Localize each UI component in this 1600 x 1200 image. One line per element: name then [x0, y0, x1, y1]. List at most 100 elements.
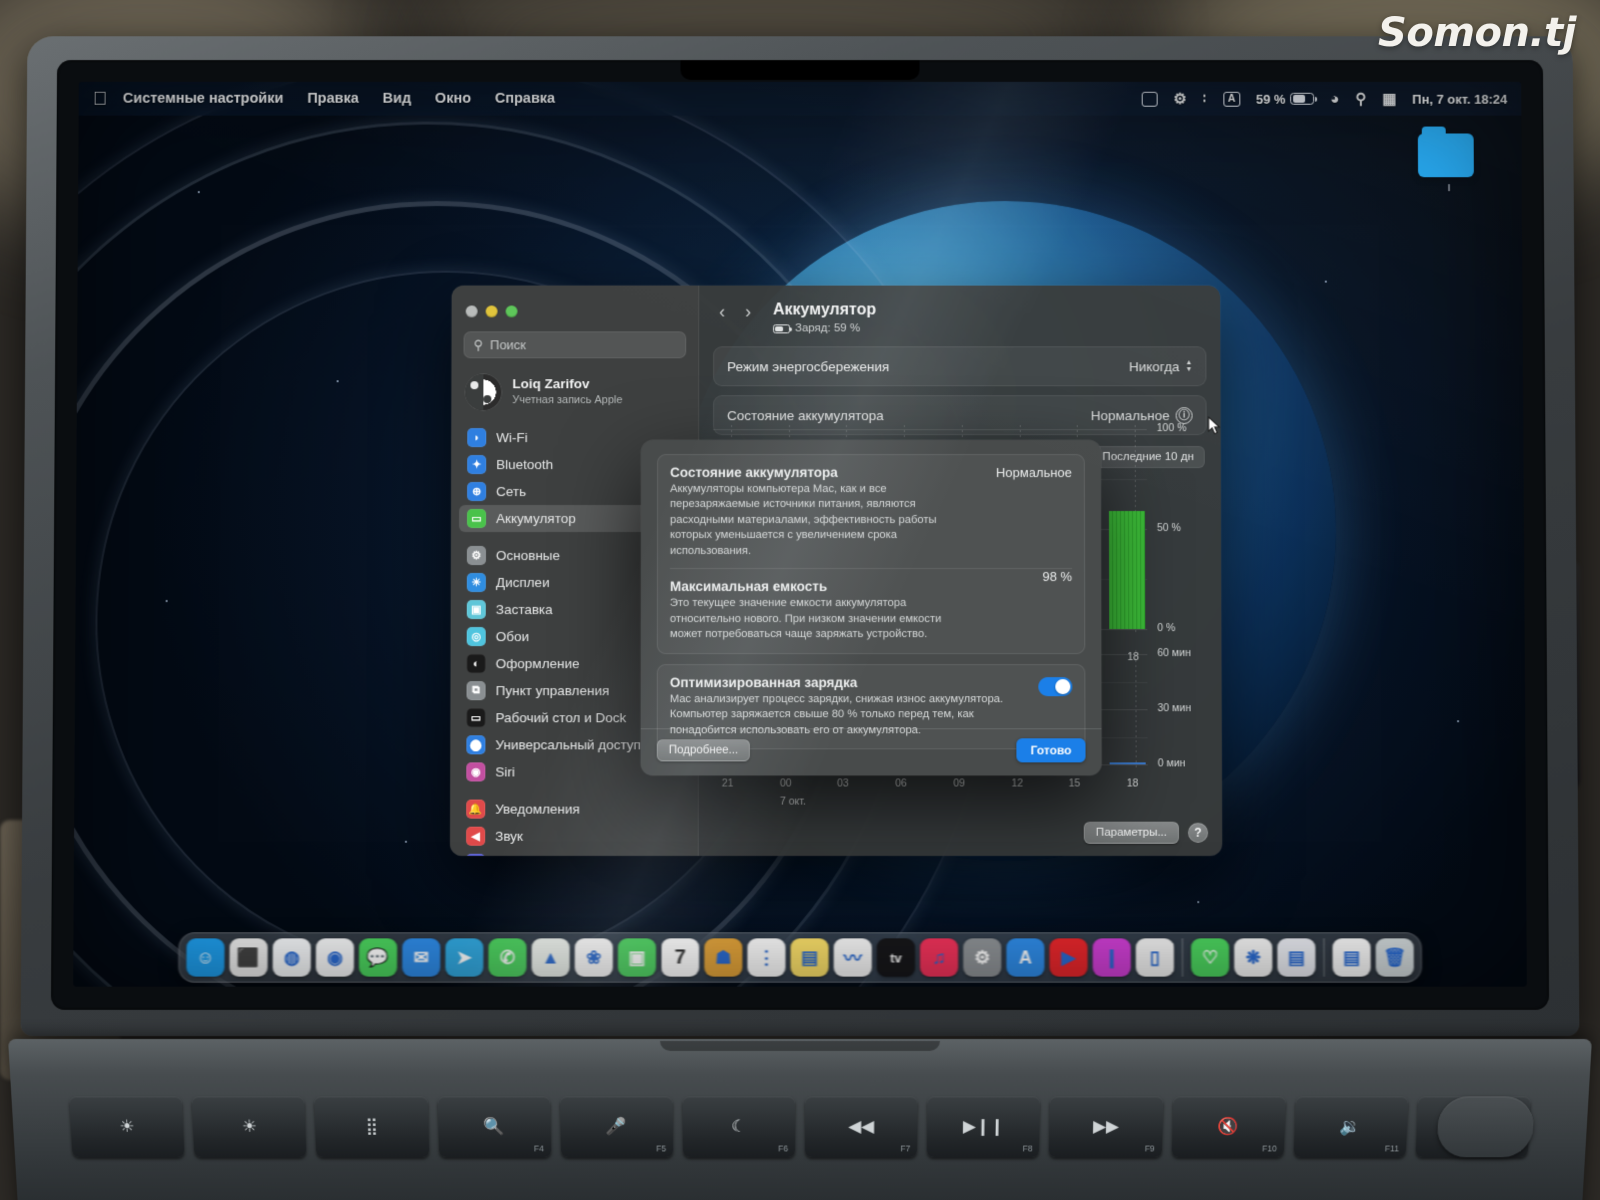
touch-id-key[interactable] [1436, 1096, 1535, 1158]
optimized-charging-toggle[interactable] [1038, 676, 1073, 696]
row-value-low-power-mode[interactable]: Никогда ▲ ▼ [1129, 359, 1192, 374]
chart-bar [1108, 511, 1146, 630]
menu-item-help[interactable]: Справка [495, 91, 555, 107]
chevron-left-icon[interactable]: ‹ [719, 302, 725, 323]
menu-bar-clock[interactable]: Пн, 7 окт. 18:24 [1412, 91, 1507, 106]
wallpaper-icon: ◎ [466, 627, 486, 647]
popup-stepper-icon[interactable]: ▲ ▼ [1185, 360, 1192, 374]
sidebar-item-звук[interactable]: ◀ Звук [458, 823, 690, 850]
key-glyph: 🔇 [1217, 1117, 1240, 1136]
menu-item-system-settings[interactable]: Системные настройки [123, 91, 284, 107]
more-info-button[interactable]: Подробнее... [656, 739, 751, 762]
chevron-right-icon[interactable]: › [745, 302, 751, 323]
dock-icon-photos[interactable]: ❀ [574, 938, 613, 977]
desktop-folder-label: l [1448, 183, 1451, 194]
dialog-optimized-charging-card[interactable]: Оптимизированная зарядка Mac анализирует… [656, 663, 1086, 750]
dock-icon-chrome[interactable]: ◉ [315, 938, 354, 977]
dock-icon-documents-stack[interactable]: ▤ [1332, 938, 1371, 977]
dock-icon-green-app[interactable]: ♡ [1190, 938, 1230, 977]
dock-icon-keynote[interactable]: ❙ [1092, 938, 1131, 977]
low-power-mode-card[interactable]: Режим энергосбережения Никогда ▲ ▼ [713, 346, 1207, 387]
display-settings-icon[interactable]: ▦ [1382, 90, 1396, 108]
close-button[interactable] [465, 305, 478, 318]
minimize-button[interactable] [485, 305, 498, 318]
sidebar-item-label: Сеть [496, 484, 527, 500]
dock-icon-music[interactable]: ♫ [919, 938, 959, 977]
dock-icon-messages[interactable]: 💬 [358, 938, 398, 977]
menu-item-edit[interactable]: Правка [307, 91, 358, 107]
function-key-row[interactable]: ☀☀⣿🔍F4🎤F5☾F6◀◀F7▶❙❙F8▶▶F9🔇F10🔉F11🔊F12 [69, 1096, 1531, 1158]
folder-icon[interactable] [1417, 133, 1474, 178]
wifi-icon[interactable]: ◕ [1330, 90, 1339, 107]
sidebar-item-label: Аккумулятор [496, 511, 576, 527]
function-key-f1[interactable]: ☀ [69, 1096, 185, 1158]
dock-icon-facetime[interactable]: ▣ [617, 938, 656, 977]
sidebar-item-уведомления[interactable]: 🔔 Уведомления [458, 796, 690, 823]
sidebar-item-label: Универсальный доступ [495, 737, 641, 753]
battery-status[interactable]: 59 % [1256, 91, 1315, 106]
battery-health-dialog[interactable]: Состояние аккумулятора Аккумуляторы комп… [640, 440, 1102, 776]
bluetooth-icon: ✦ [467, 455, 487, 475]
dock-icon-contacts[interactable]: ☗ [704, 938, 743, 977]
account-row[interactable]: Loiq Zarifov Учетная запись Apple [451, 374, 698, 424]
dock-icon-maps[interactable]: ▲ [531, 938, 570, 977]
dock-icon-notes[interactable]: ▤ [790, 938, 829, 977]
dock-icon-whatsapp[interactable]: ✆ [488, 938, 527, 977]
function-key-f11[interactable]: 🔉 F11 [1293, 1096, 1409, 1158]
menu-item-view[interactable]: Вид [383, 91, 412, 107]
dialog-info-card: Состояние аккумулятора Аккумуляторы комп… [656, 454, 1086, 654]
dock-icon-calendar[interactable]: 7 [660, 938, 700, 977]
dock-icon-iphone-mirroring[interactable]: ▯ [1135, 938, 1174, 977]
dock-icon-freeform[interactable]: 〰 [833, 938, 872, 977]
screen-mirroring-icon[interactable] [1141, 91, 1158, 107]
key-glyph: ⣿ [365, 1117, 379, 1136]
function-key-f6[interactable]: ☾ F6 [682, 1096, 796, 1158]
dialog-footer: Подробнее... Готово [656, 738, 1086, 763]
dock-icon-chatgpt[interactable]: ❋ [1234, 938, 1273, 977]
function-key-f9[interactable]: ▶▶ F9 [1049, 1096, 1163, 1158]
function-key-f3[interactable]: ⣿ [314, 1096, 429, 1158]
dock-icon-telegram[interactable]: ➤ [445, 938, 484, 977]
help-button[interactable]: ? [1187, 822, 1209, 843]
menu-item-window[interactable]: Окно [435, 91, 471, 107]
function-key-f5[interactable]: 🎤 F5 [559, 1096, 673, 1158]
dialog-section-title-2: Максимальная емкость [669, 579, 828, 595]
input-source-icon[interactable]: A [1223, 91, 1241, 107]
dock-icon-reminders[interactable]: ⋮ [747, 938, 786, 977]
dock-icon-finder[interactable]: ☺ [186, 938, 225, 977]
dock-icon-mail[interactable]: ✉ [401, 938, 441, 977]
dialog-section-title: Состояние аккумулятора [670, 465, 838, 481]
window-traffic-lights[interactable] [452, 296, 699, 332]
function-key-f4[interactable]: 🔍 F4 [437, 1096, 551, 1158]
done-button[interactable]: Готово [1016, 738, 1086, 763]
function-key-f8[interactable]: ▶❙❙ F8 [927, 1096, 1041, 1158]
keyboard-brightness-icon[interactable]: ∶ [1203, 91, 1207, 107]
focus-moon-icon: ☾ [466, 853, 486, 856]
screen-bezel:  Системные настройки Правка Вид Окно Сп… [50, 60, 1550, 1010]
control-center-icon[interactable]: ⚙ [1173, 90, 1186, 108]
dock-icon-youtube[interactable]: ▶ [1049, 938, 1088, 977]
apple-logo-icon[interactable]:  [93, 88, 107, 109]
dock-icon-preview[interactable]: ▤ [1277, 938, 1316, 977]
dock-icon-trash[interactable]: 🗑 [1375, 938, 1414, 977]
chart-y-tick-label: 0 % [1157, 622, 1176, 635]
function-key-f7[interactable]: ◀◀ F7 [804, 1096, 918, 1158]
dock[interactable]: ☺ ⬛ ◍ ◉ 💬 ✉ ➤ ✆ ▲ ❀ ▣ 7 ☗ ⋮ ▤ 〰 tv ♫ ⚙ A ▶ ❙ ▯ ♡ ❋ ▤ ▤ 🗑 [178, 932, 1422, 983]
dock-icon-appletv[interactable]: tv [876, 938, 915, 977]
search-input[interactable]: ⚲ Поиск [463, 331, 687, 359]
function-key-f10[interactable]: 🔇 F10 [1171, 1096, 1286, 1158]
search-icon: ⚲ [473, 336, 484, 352]
sidebar-item-фокусирование[interactable]: ☾Фокусирование [458, 850, 690, 856]
row-low-power-mode[interactable]: Режим энергосбережения Никогда ▲ ▼ [727, 348, 1192, 386]
desktop-folder[interactable]: l [1417, 133, 1480, 194]
zoom-button[interactable] [505, 305, 518, 318]
dock-icon-settings[interactable]: ⚙ [963, 938, 1002, 977]
menu-bar[interactable]:  Системные настройки Правка Вид Окно Сп… [78, 81, 1522, 116]
function-key-f2[interactable]: ☀ [191, 1096, 307, 1158]
dock-icon-appstore[interactable]: A [1006, 938, 1045, 977]
mouse-cursor [1208, 416, 1221, 435]
dock-icon-safari[interactable]: ◍ [272, 938, 311, 977]
options-button[interactable]: Параметры... [1083, 821, 1180, 844]
spotlight-search-icon[interactable]: ⚲ [1355, 90, 1366, 108]
dock-icon-launchpad[interactable]: ⬛ [229, 938, 268, 977]
